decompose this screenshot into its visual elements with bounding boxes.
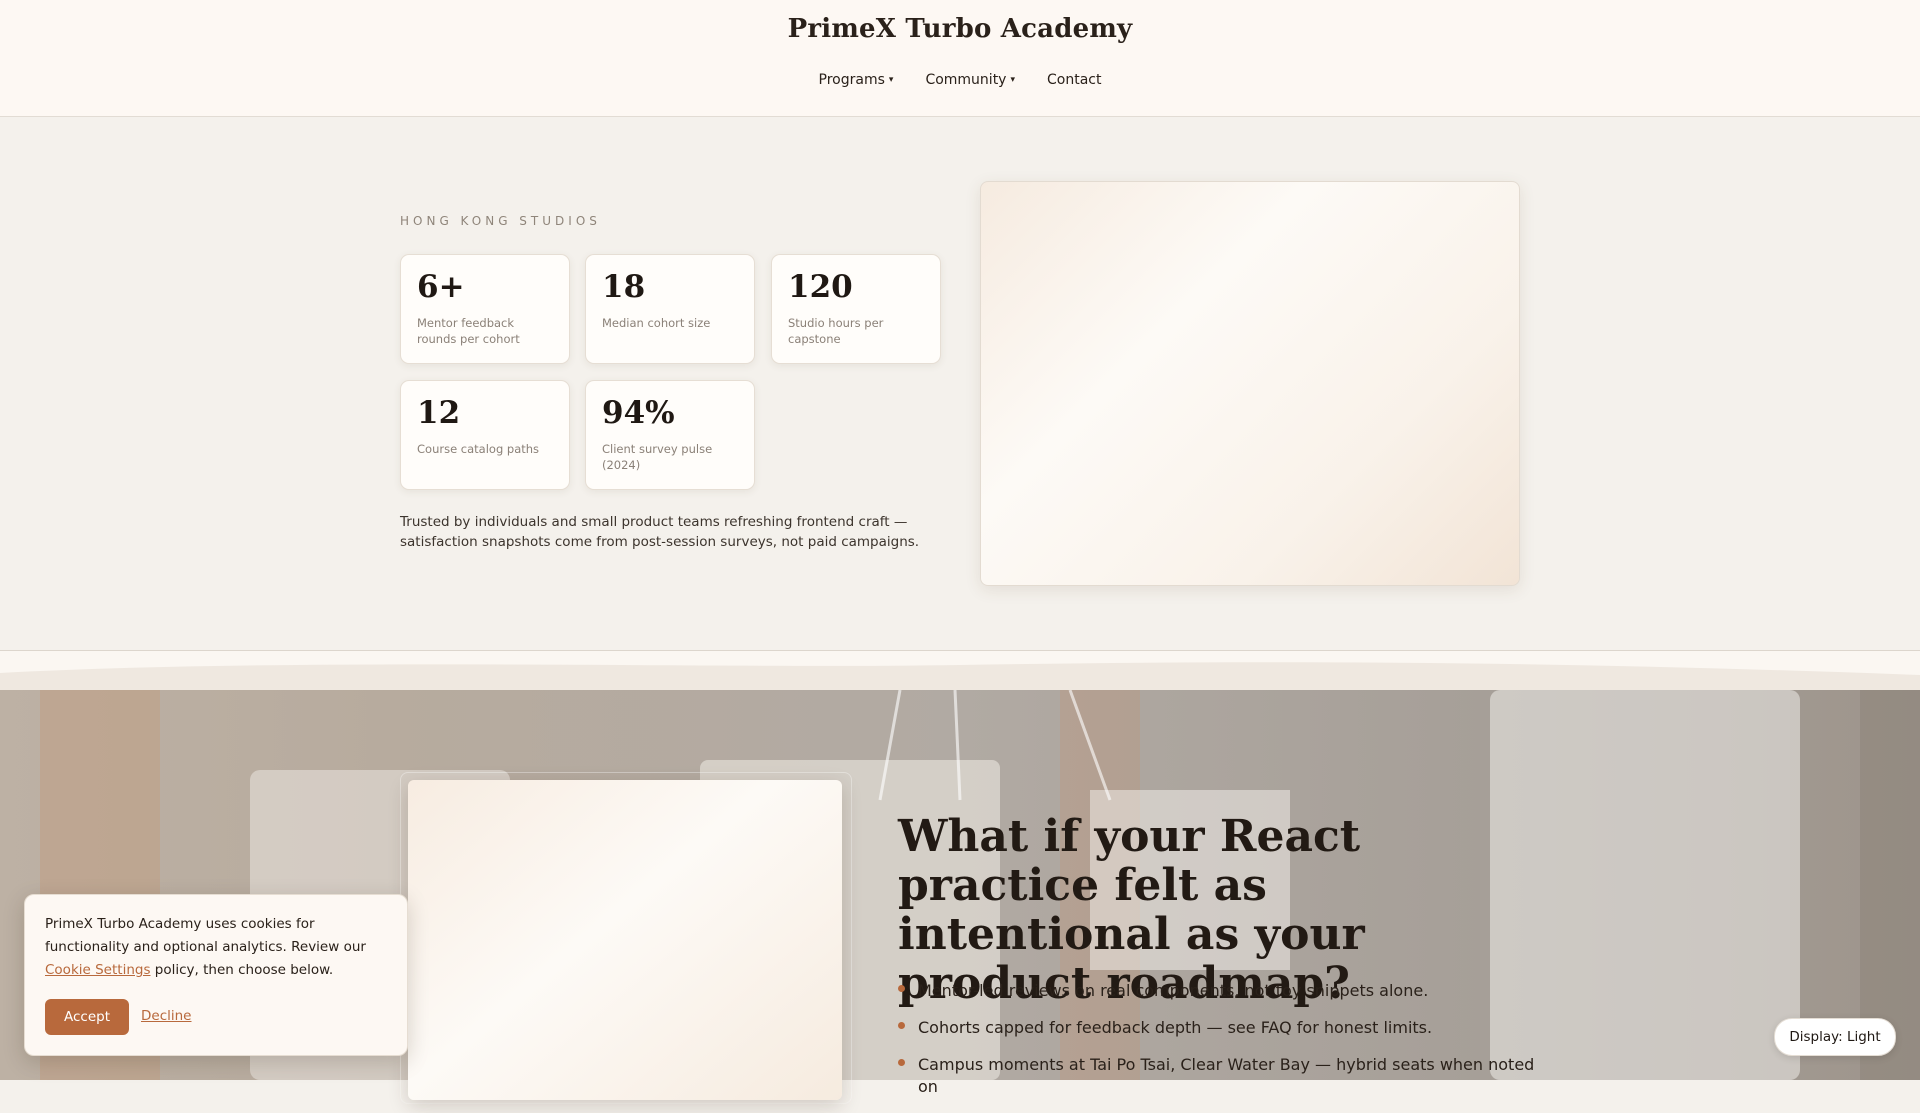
feature-headline: What if your React practice felt as inte… — [898, 811, 1365, 1009]
stat-value: 94% — [602, 395, 675, 431]
hero-eyebrow: HONG KONG STUDIOS — [400, 214, 601, 228]
display-mode-toggle[interactable]: Display: Light — [1774, 1018, 1896, 1056]
stat-value: 6+ — [417, 269, 465, 305]
stat-card: 12 Course catalog paths — [400, 380, 570, 490]
stat-value: 12 — [417, 395, 461, 431]
main-nav: Programs ▾ Community ▾ Contact — [0, 72, 1920, 88]
stat-value: 18 — [602, 269, 646, 305]
stat-card: 120 Studio hours per capstone — [771, 254, 941, 364]
site-header: PrimeX Turbo Academy Programs ▾ Communit… — [0, 0, 1920, 117]
chevron-down-icon: ▾ — [1010, 75, 1015, 85]
nav-programs[interactable]: Programs ▾ — [819, 72, 894, 88]
nav-contact[interactable]: Contact — [1047, 72, 1101, 88]
feature-bullets: Mentor-led reviews on real components, n… — [898, 980, 1538, 1113]
stat-card: 94% Client survey pulse (2024) — [585, 380, 755, 490]
brand-title[interactable]: PrimeX Turbo Academy — [0, 14, 1920, 44]
list-item: Mentor-led reviews on real components, n… — [898, 980, 1538, 1002]
cookie-message: PrimeX Turbo Academy uses cookies for fu… — [45, 913, 391, 982]
nav-community[interactable]: Community ▾ — [925, 72, 1015, 88]
cookie-settings-link[interactable]: Cookie Settings — [45, 962, 150, 978]
nav-contact-label: Contact — [1047, 72, 1102, 88]
cookie-banner: PrimeX Turbo Academy uses cookies for fu… — [24, 894, 408, 1056]
stat-label: Client survey pulse (2024) — [602, 442, 713, 472]
chevron-down-icon: ▾ — [888, 75, 894, 85]
cookie-text-after: policy, then choose below. — [150, 962, 334, 978]
list-item: Campus moments at Tai Po Tsai, Clear Wat… — [898, 1054, 1538, 1098]
hero-section — [0, 117, 1920, 650]
stat-value: 120 — [788, 269, 853, 305]
stat-label: Median cohort size — [602, 316, 711, 330]
trust-statement: Trusted by individuals and small product… — [400, 514, 920, 550]
list-item: Cohorts capped for feedback depth — see … — [898, 1017, 1538, 1039]
nav-community-label: Community — [925, 72, 1007, 88]
stat-label: Studio hours per capstone — [788, 316, 884, 346]
stat-card: 18 Median cohort size — [585, 254, 755, 364]
hero-image-panel — [980, 181, 1520, 586]
stat-label: Course catalog paths — [417, 442, 540, 456]
photo-card-image — [408, 780, 842, 1100]
nav-programs-label: Programs — [818, 72, 885, 88]
cookie-text-before: PrimeX Turbo Academy uses cookies for fu… — [45, 916, 366, 955]
accept-button[interactable]: Accept — [45, 999, 129, 1035]
wave-divider — [0, 651, 1920, 691]
decline-button[interactable]: Decline — [141, 1008, 192, 1024]
stat-card: 6+ Mentor feedback rounds per cohort — [400, 254, 570, 364]
stat-label: Mentor feedback rounds per cohort — [417, 316, 520, 346]
